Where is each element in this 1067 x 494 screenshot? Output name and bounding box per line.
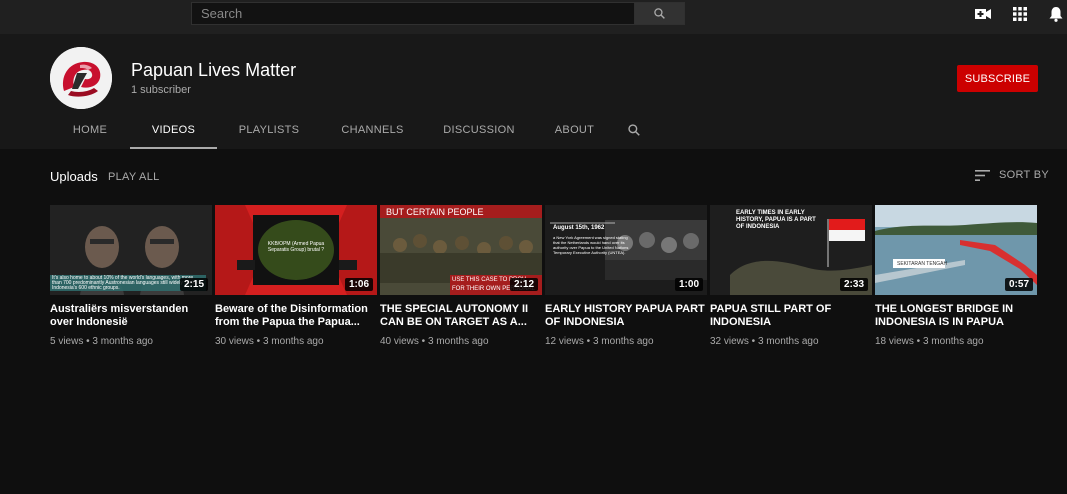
tab-about[interactable]: ABOUT (534, 110, 615, 149)
video-item[interactable]: August 15th, 1962 a New York Agreement w… (545, 205, 707, 347)
video-meta: 5 views • 3 months ago (50, 336, 153, 347)
video-duration: 2:33 (839, 278, 868, 291)
video-grid: It's also home to about 10% of the world… (50, 205, 1037, 347)
video-duration: 2:15 (179, 278, 208, 291)
video-item[interactable]: EARLY TIMES IN EARLY HISTORY, PAPUA IS A… (710, 205, 872, 347)
channel-avatar[interactable] (50, 47, 112, 109)
channel-name: Papuan Lives Matter (131, 60, 297, 80)
tab-videos[interactable]: VIDEOS (130, 110, 217, 149)
video-duration: 1:00 (674, 278, 703, 291)
channel-logo-icon (50, 47, 112, 109)
video-title[interactable]: THE LONGEST BRIDGE IN INDONESIA IS IN PA… (875, 303, 1037, 329)
video-duration: 1:06 (344, 278, 373, 291)
video-thumbnail[interactable]: BUT CERTAIN PEOPLE USE THIS CASE TO PROV… (380, 205, 542, 295)
channel-tabs: HOME VIDEOS PLAYLISTS CHANNELS DISCUSSIO… (50, 110, 653, 149)
tab-discussion[interactable]: DISCUSSION (424, 110, 534, 149)
video-thumbnail[interactable]: It's also home to about 10% of the world… (50, 205, 212, 295)
video-title[interactable]: THE SPECIAL AUTONOMY II CAN BE ON TARGET… (380, 303, 542, 329)
video-title[interactable]: Beware of the Disinformation from the Pa… (215, 303, 377, 329)
sort-by-label: SORT BY (999, 169, 1049, 181)
channel-search-button[interactable] (615, 110, 653, 149)
tab-home[interactable]: HOME (50, 110, 130, 149)
video-meta: 30 views • 3 months ago (215, 336, 324, 347)
notifications-bell-icon[interactable] (1048, 6, 1064, 22)
thumbnail-caption: EARLY TIMES IN EARLY HISTORY, PAPUA IS A… (736, 210, 816, 230)
video-duration: 2:12 (509, 278, 538, 291)
sort-by-button[interactable]: SORT BY (975, 169, 1049, 181)
video-title[interactable]: EARLY HISTORY PAPUA PART OF INDONESIA (545, 303, 707, 329)
video-item[interactable]: BUT CERTAIN PEOPLE USE THIS CASE TO PROV… (380, 205, 542, 347)
sort-icon (975, 169, 990, 181)
video-title[interactable]: PAPUA STILL PART OF INDONESIA (710, 303, 872, 329)
thumbnail-caption: SEKITARAN TENGAH (897, 261, 948, 267)
video-meta: 32 views • 3 months ago (710, 336, 819, 347)
search-input[interactable] (192, 3, 634, 24)
search-icon (628, 123, 640, 136)
video-meta: 18 views • 3 months ago (875, 336, 984, 347)
thumbnail-caption: August 15th, 1962 (553, 225, 605, 231)
channel-header: Papuan Lives Matter 1 subscriber SUBSCRI… (0, 34, 1067, 149)
video-item[interactable]: SEKITARAN TENGAH 0:57 THE LONGEST BRIDGE… (875, 205, 1037, 347)
apps-grid-icon[interactable] (1012, 6, 1028, 22)
subscriber-count: 1 subscriber (131, 84, 191, 96)
video-thumbnail[interactable]: EARLY TIMES IN EARLY HISTORY, PAPUA IS A… (710, 205, 872, 295)
video-item[interactable]: KKB/OPM (Armed Papua Separatis Group) br… (215, 205, 377, 347)
subscribe-button[interactable]: SUBSCRIBE (957, 65, 1038, 92)
search-box[interactable] (191, 2, 635, 25)
uploads-heading[interactable]: Uploads (50, 169, 98, 184)
tab-channels[interactable]: CHANNELS (321, 110, 424, 149)
tab-playlists[interactable]: PLAYLISTS (217, 110, 321, 149)
play-all-button[interactable]: PLAY ALL (108, 171, 160, 183)
thumbnail-caption: a New York Agreement was signed stating … (553, 235, 629, 255)
video-thumbnail[interactable]: SEKITARAN TENGAH 0:57 (875, 205, 1037, 295)
video-item[interactable]: It's also home to about 10% of the world… (50, 205, 212, 347)
video-duration: 0:57 (1004, 278, 1033, 291)
video-meta: 12 views • 3 months ago (545, 336, 654, 347)
create-video-icon[interactable] (975, 6, 991, 22)
top-bar (0, 0, 1067, 34)
video-thumbnail[interactable]: KKB/OPM (Armed Papua Separatis Group) br… (215, 205, 377, 295)
video-thumbnail[interactable]: August 15th, 1962 a New York Agreement w… (545, 205, 707, 295)
search-button[interactable] (635, 2, 685, 25)
search-icon (654, 8, 665, 19)
video-title[interactable]: Australiërs misverstanden over Indonesië (50, 303, 212, 329)
thumbnail-caption: KKB/OPM (Armed Papua Separatis Group) br… (267, 241, 325, 253)
thumbnail-caption: BUT CERTAIN PEOPLE (386, 207, 484, 217)
video-meta: 40 views • 3 months ago (380, 336, 489, 347)
